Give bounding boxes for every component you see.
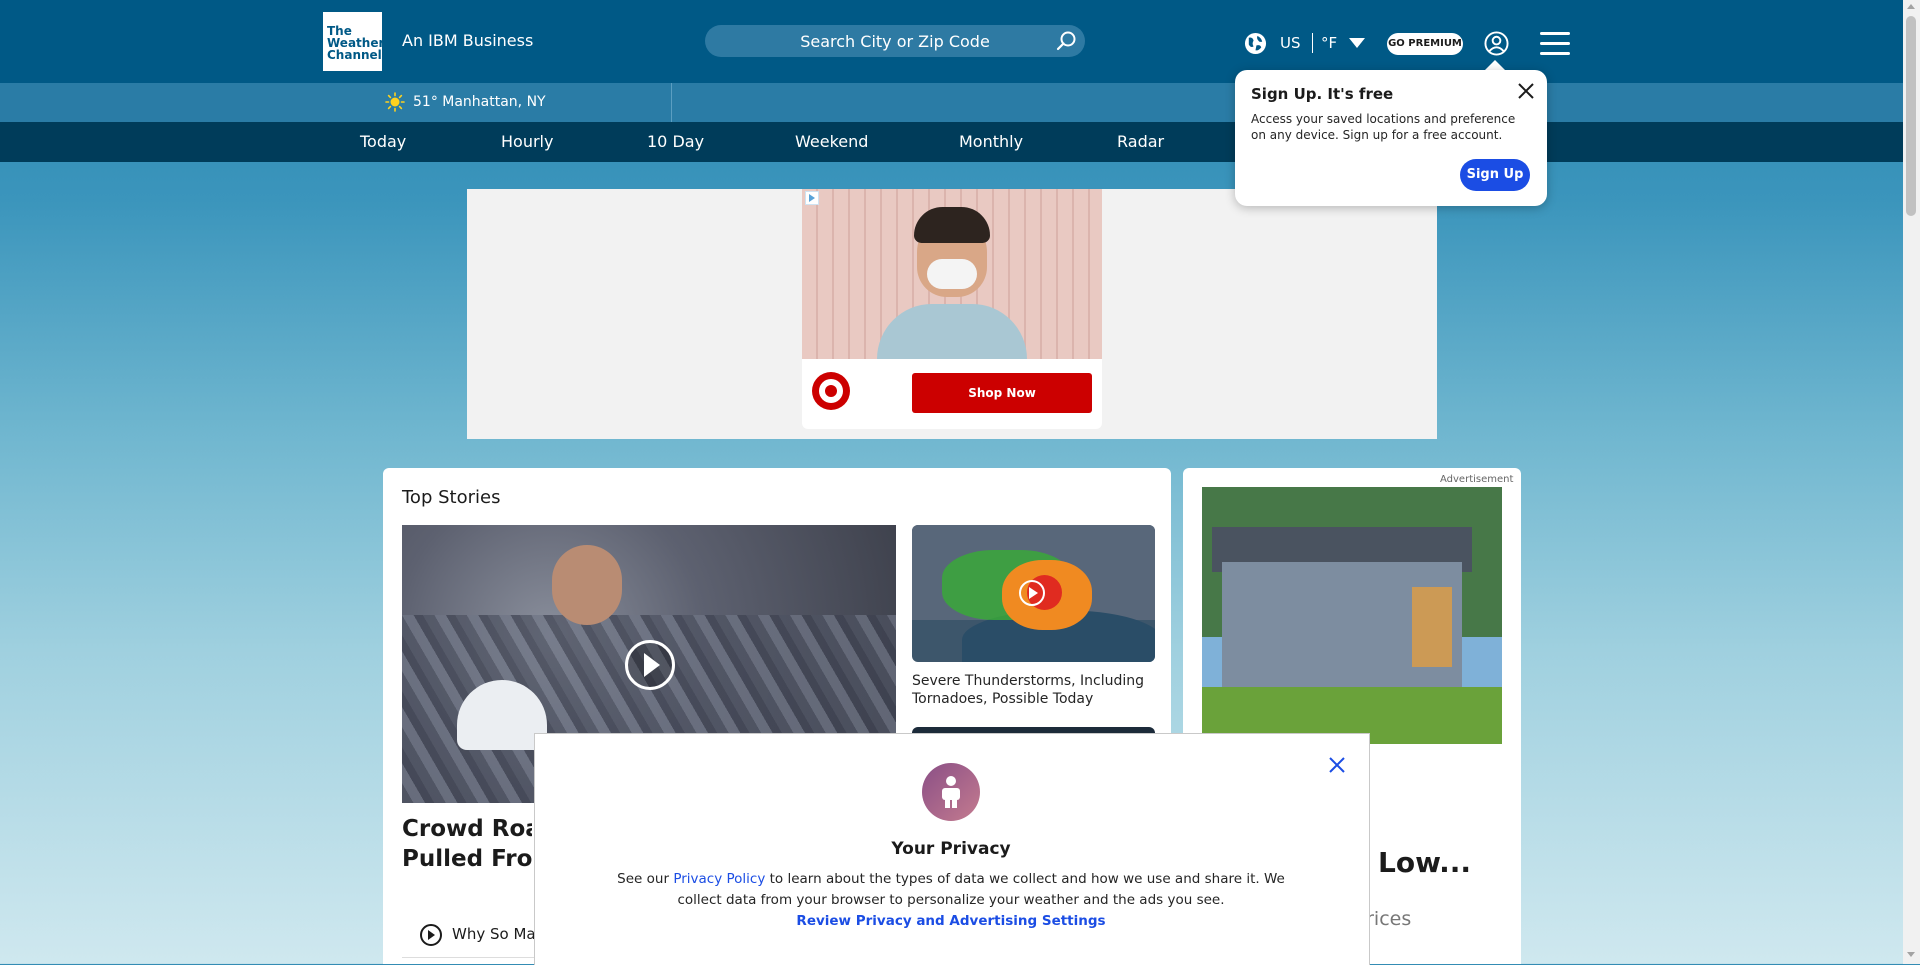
house-door xyxy=(1412,587,1452,667)
related-video-link[interactable]: Why So Ma xyxy=(452,925,534,943)
privacy-policy-link[interactable]: Privacy Policy xyxy=(673,871,765,887)
ad-photo xyxy=(802,189,1102,359)
search-icon[interactable] xyxy=(1055,30,1077,52)
logo-line-3: Channel xyxy=(327,48,382,62)
current-conditions-link[interactable]: 51° Manhattan, NY xyxy=(413,94,546,110)
play-icon[interactable] xyxy=(1019,580,1045,606)
privacy-text-end: to learn about the types of data we coll… xyxy=(677,871,1285,908)
advertisement-label: Advertisement xyxy=(1440,474,1514,485)
locale-selector[interactable]: US xyxy=(1280,34,1301,52)
location-bar-divider xyxy=(671,83,672,122)
nav-today[interactable]: Today xyxy=(360,132,406,151)
scroll-up-arrow-icon[interactable] xyxy=(1907,4,1915,9)
forecast-nav xyxy=(0,122,1903,162)
main-story-headline[interactable]: Crowd Roar Pulled From xyxy=(402,814,532,874)
adchoices-icon[interactable] xyxy=(805,191,819,205)
search-input[interactable]: Search City or Zip Code xyxy=(705,32,1085,51)
top-stories-title: Top Stories xyxy=(402,487,501,508)
nav-monthly[interactable]: Monthly xyxy=(959,132,1023,151)
main-headline-line-2: Pulled From xyxy=(402,846,532,872)
weather-channel-logo[interactable]: The Weather Channel xyxy=(323,12,384,71)
nav-hourly[interactable]: Hourly xyxy=(501,132,553,151)
popover-arrow xyxy=(1485,60,1505,70)
unit-selector[interactable]: °F xyxy=(1321,34,1337,52)
privacy-person-icon xyxy=(922,763,980,821)
go-premium-button[interactable]: GO PREMIUM xyxy=(1387,33,1463,55)
globe-icon[interactable] xyxy=(1244,32,1267,55)
privacy-text-start: See our xyxy=(617,871,674,887)
nav-radar[interactable]: Radar xyxy=(1117,132,1164,151)
nav-weekend[interactable]: Weekend xyxy=(795,132,868,151)
scrollbar-thumb[interactable] xyxy=(1906,16,1916,216)
privacy-settings-link[interactable]: Review Privacy and Advertising Settings xyxy=(534,913,1368,929)
scroll-down-arrow-icon[interactable] xyxy=(1907,952,1915,957)
shop-now-button[interactable]: Shop Now xyxy=(912,373,1092,413)
side-ad-headline[interactable]: Low... xyxy=(1378,846,1471,879)
play-circle-icon xyxy=(420,924,442,946)
location-bar xyxy=(0,83,1903,122)
chevron-down-icon[interactable] xyxy=(1349,38,1365,48)
privacy-title: Your Privacy xyxy=(891,839,1011,859)
video-child xyxy=(552,545,622,625)
nav-10-day[interactable]: 10 Day xyxy=(647,132,704,151)
signup-body: Access your saved locations and preferen… xyxy=(1251,112,1516,142)
close-icon[interactable] xyxy=(1515,80,1537,102)
sun-icon xyxy=(385,92,405,112)
user-account-icon[interactable] xyxy=(1484,31,1509,56)
play-icon[interactable] xyxy=(625,640,675,690)
ad-shaving-foam xyxy=(927,259,977,289)
ibm-tagline: An IBM Business xyxy=(402,31,534,50)
ad-person-hair xyxy=(914,207,990,243)
hamburger-menu-icon[interactable] xyxy=(1540,32,1570,55)
locale-divider xyxy=(1312,33,1313,53)
signup-title: Sign Up. It's free xyxy=(1251,85,1394,103)
person-icon xyxy=(942,776,960,808)
main-headline-line-1: Crowd Roar xyxy=(402,816,532,842)
ad-person-shirt xyxy=(877,304,1027,359)
privacy-text: See our Privacy Policy to learn about th… xyxy=(604,869,1298,911)
search-box[interactable]: Search City or Zip Code xyxy=(705,25,1085,57)
radar-story-video[interactable] xyxy=(912,525,1155,662)
close-icon[interactable] xyxy=(1327,755,1347,775)
signup-button[interactable]: Sign Up xyxy=(1460,159,1530,191)
side-story-caption[interactable]: Severe Thunderstorms, Including Tornadoe… xyxy=(912,672,1152,708)
divider xyxy=(402,957,536,958)
target-logo xyxy=(812,372,850,410)
ad-house-image[interactable] xyxy=(1202,487,1502,744)
